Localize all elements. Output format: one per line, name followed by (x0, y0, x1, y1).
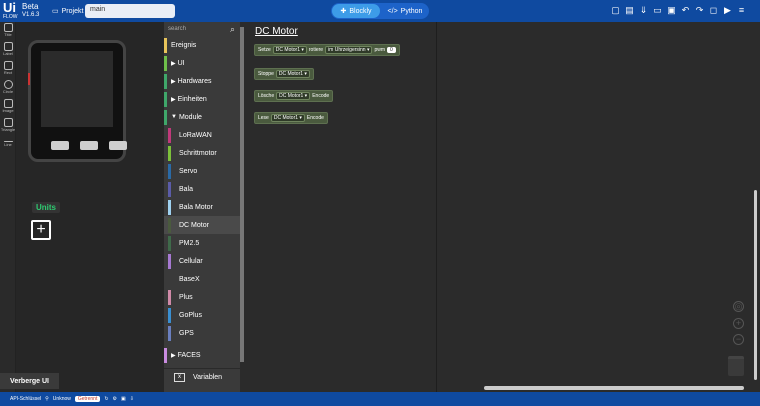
connection-status: Unknow (52, 396, 71, 402)
title-icon (3, 23, 13, 32)
pwm-input[interactable]: 0 (387, 47, 396, 53)
api-icon[interactable]: ▣ (666, 4, 677, 16)
toolbox-item-cellular[interactable]: Cellular (164, 252, 240, 270)
device-screen[interactable] (39, 49, 115, 129)
toolbox-item-basex[interactable]: BaseX (164, 270, 240, 288)
puzzle-icon: ✚ (340, 8, 347, 15)
status-bar: API-Schlüssel ⚲ Unknow Getrennt ↻ ⚙ ▣ ⇩ (0, 392, 760, 406)
motor-select[interactable]: DC Motor1 ▾ (272, 46, 307, 54)
image-icon (3, 99, 13, 108)
comment-icon[interactable]: ▭ (652, 4, 663, 16)
vertical-scrollbar[interactable] (754, 190, 757, 380)
element-sidebar: Title Label Rect Circle Image Triangle L… (0, 22, 16, 392)
sidebar-item-circle[interactable]: Circle (0, 79, 16, 98)
motor-select[interactable]: DC Motor1 ▾ (276, 92, 311, 100)
api-key-link[interactable]: API-Schlüssel (10, 396, 41, 402)
download-status-icon[interactable]: ⇩ (130, 396, 134, 402)
refresh-icon[interactable]: ↻ (104, 396, 108, 402)
toolbox-search-input[interactable]: search (164, 22, 240, 36)
toolbox-category-ereignis[interactable]: Ereignis (164, 36, 240, 54)
toolbox-item-goplus[interactable]: GoPlus (164, 306, 240, 324)
motor-select[interactable]: DC Motor1 ▾ (275, 70, 310, 78)
toolbox-item-lorawan[interactable]: LoRaWAN (164, 126, 240, 144)
expand-icon: ▶ (171, 96, 176, 103)
device-button-b (80, 141, 98, 150)
toolbox-item-schrittmotor[interactable]: Schrittmotor (164, 144, 240, 162)
toolbox-item-plus[interactable]: Plus (164, 288, 240, 306)
block-set-dc-motor[interactable]: Setze DC Motor1 ▾ rotiere im Uhrzeigersi… (254, 44, 400, 56)
expand-icon: ▶ (171, 78, 176, 85)
expand-icon: ▶ (171, 352, 176, 359)
disconnected-badge[interactable]: Getrennt (74, 396, 101, 402)
folder-icon: ▭ (52, 8, 59, 15)
settings-icon[interactable]: ⚙ (113, 396, 117, 402)
horizontal-scrollbar[interactable] (484, 386, 744, 390)
redo-icon[interactable]: ↷ (694, 4, 705, 16)
sidebar-item-title[interactable]: Title (0, 22, 16, 41)
toolbox-item-servo[interactable]: Servo (164, 162, 240, 180)
code-icon: </> (387, 7, 398, 15)
menu-icon[interactable]: ≡ (736, 4, 747, 16)
download-icon[interactable]: ⇓ (638, 4, 649, 16)
rect-icon (3, 61, 13, 70)
sidebar-item-rect[interactable]: Rect (0, 60, 16, 79)
save-icon[interactable]: ▣ (121, 396, 126, 402)
search-icon[interactable]: ⌕ (230, 24, 235, 35)
toolbox-item-dc-motor[interactable]: DC Motor (164, 216, 240, 234)
toolbox-item-bala-motor[interactable]: Bala Motor (164, 198, 240, 216)
open-file-icon[interactable]: ▤ (624, 4, 635, 16)
block-toolbox: search ⌕ Ereignis ▶ UI ▶ Hardwares ▶ Einhei… (164, 22, 240, 392)
mode-blockly-button[interactable]: ✚ Blockly (332, 4, 380, 18)
label-icon (3, 42, 13, 51)
header-toolbar: ▢ ▤ ⇓ ▭ ▣ ↶ ↷ ◻ ▶ ≡ (610, 4, 747, 16)
trash-icon[interactable] (728, 356, 744, 376)
device-preview (28, 40, 127, 162)
workspace-title: DC Motor (255, 26, 298, 37)
variable-icon: x (174, 373, 185, 382)
toolbox-category-faces[interactable]: ▶ FACES (164, 346, 240, 364)
triangle-icon (3, 118, 13, 127)
new-file-icon[interactable]: ▢ (610, 4, 621, 16)
link-icon: ⚲ (45, 396, 49, 402)
window-icon[interactable]: ◻ (708, 4, 719, 16)
add-unit-button[interactable]: + (31, 220, 51, 240)
mode-python-button[interactable]: </> Python (383, 4, 427, 18)
sidebar-item-triangle[interactable]: Triangle (0, 117, 16, 136)
toolbox-category-ui[interactable]: ▶ UI (164, 54, 240, 72)
hide-ui-button[interactable]: Verberge UI (0, 373, 59, 389)
toolbox-category-module[interactable]: ▼ Module (164, 108, 240, 126)
toolbox-item-bala[interactable]: Bala (164, 180, 240, 198)
toolbox-category-hardwares[interactable]: ▶ Hardwares (164, 72, 240, 90)
toolbox-item-gps[interactable]: GPS (164, 324, 240, 342)
block-clear-encoder[interactable]: Lösche DC Motor1 ▾ Encode (254, 90, 334, 102)
collapse-icon: ▼ (171, 114, 177, 120)
device-indicator (28, 73, 30, 85)
run-icon[interactable]: ▶ (722, 4, 733, 16)
device-button-a (51, 141, 69, 150)
zoom-in-icon[interactable]: + (733, 318, 744, 329)
device-button-c (109, 141, 127, 150)
project-name-input[interactable]: main (85, 4, 175, 18)
sidebar-item-line[interactable]: Line (0, 136, 16, 155)
units-label: Units (32, 202, 60, 213)
app-version: Beta V1.6.3 (22, 2, 40, 18)
circle-icon (3, 80, 13, 89)
variables-button[interactable]: x Variablen (164, 368, 240, 386)
recenter-icon[interactable]: ◎ (733, 301, 744, 312)
toolbox-item-pm25[interactable]: PM2.5 (164, 234, 240, 252)
undo-icon[interactable]: ↶ (680, 4, 691, 16)
zoom-out-icon[interactable]: − (733, 334, 744, 345)
projekt-label: ▭ Projekt (52, 7, 84, 16)
sidebar-item-image[interactable]: Image (0, 98, 16, 117)
app-logo: Ui FLOW (3, 0, 18, 20)
main-canvas[interactable] (436, 22, 760, 392)
block-read-encoder[interactable]: Lese DC Motor1 ▾ Encode (254, 112, 328, 124)
direction-select[interactable]: im Uhrzeigersinn ▾ (325, 46, 373, 54)
block-stop-dc-motor[interactable]: Stoppe DC Motor1 ▾ (254, 68, 314, 80)
toolbox-category-einheiten[interactable]: ▶ Einheiten (164, 90, 240, 108)
motor-select[interactable]: DC Motor1 ▾ (270, 114, 305, 122)
expand-icon: ▶ (171, 60, 176, 67)
sidebar-item-label[interactable]: Label (0, 41, 16, 60)
